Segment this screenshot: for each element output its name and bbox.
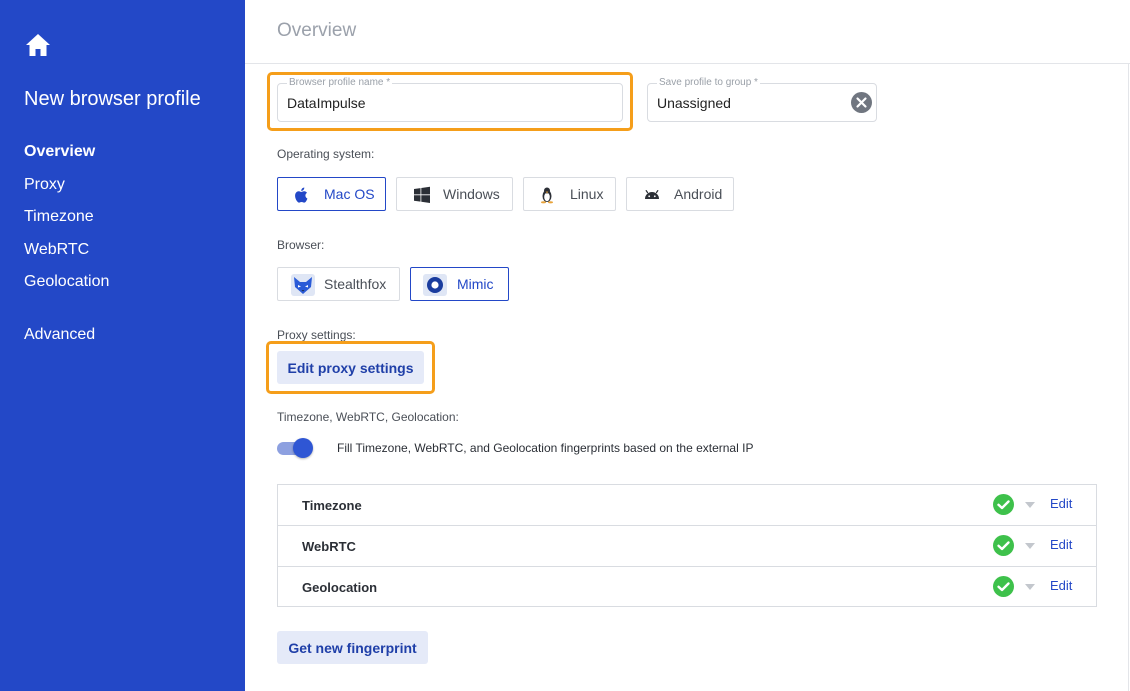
os-linux-label: Linux bbox=[570, 186, 604, 202]
os-android-label: Android bbox=[674, 186, 723, 202]
profile-name-value[interactable]: DataImpulse bbox=[287, 95, 366, 111]
edit-timezone-link[interactable]: Edit bbox=[1050, 496, 1072, 511]
edit-proxy-button[interactable]: Edit proxy settings bbox=[277, 351, 424, 384]
profile-name-label: Browser profile name * bbox=[287, 77, 393, 88]
os-windows-button[interactable]: Windows bbox=[396, 177, 513, 211]
app-window: New browser profile Overview Proxy Timez… bbox=[0, 0, 1130, 691]
check-icon bbox=[993, 535, 1014, 556]
os-android-button[interactable]: Android bbox=[626, 177, 734, 211]
panel-border bbox=[1128, 63, 1129, 691]
get-new-fingerprint-button[interactable]: Get new fingerprint bbox=[277, 631, 428, 664]
browser-mimic-button[interactable]: Mimic bbox=[410, 267, 509, 301]
os-macos-label: Mac OS bbox=[324, 186, 375, 202]
browser-stealthfox-label: Stealthfox bbox=[324, 276, 387, 292]
fingerprint-row-geolocation: Geolocation Edit bbox=[278, 567, 1096, 608]
auto-fill-toggle[interactable] bbox=[277, 438, 313, 458]
browser-section-label: Browser: bbox=[277, 238, 325, 252]
os-macos-button[interactable]: Mac OS bbox=[277, 177, 386, 211]
toggle-knob bbox=[293, 438, 313, 458]
sidebar-item-overview[interactable]: Overview bbox=[24, 143, 95, 161]
group-label: Save profile to group * bbox=[657, 77, 760, 88]
stealthfox-icon bbox=[291, 274, 315, 296]
android-icon bbox=[645, 189, 659, 199]
fingerprint-row-timezone: Timezone Edit bbox=[278, 485, 1096, 526]
edit-webrtc-link[interactable]: Edit bbox=[1050, 537, 1072, 552]
mimic-icon bbox=[423, 274, 447, 296]
group-select[interactable]: Save profile to group * Unassigned bbox=[647, 77, 877, 122]
fingerprint-name: WebRTC bbox=[302, 539, 356, 554]
clear-icon[interactable] bbox=[851, 92, 872, 113]
browser-stealthfox-button[interactable]: Stealthfox bbox=[277, 267, 400, 301]
sidebar-item-timezone[interactable]: Timezone bbox=[24, 208, 94, 226]
edit-geolocation-link[interactable]: Edit bbox=[1050, 578, 1072, 593]
sidebar-item-geolocation[interactable]: Geolocation bbox=[24, 273, 109, 291]
page-title: Overview bbox=[277, 20, 357, 41]
fingerprint-name: Geolocation bbox=[302, 580, 378, 595]
check-icon bbox=[993, 576, 1014, 597]
main-panel: Overview Browser profile name * DataImpu… bbox=[245, 0, 1130, 691]
sidebar-item-webrtc[interactable]: WebRTC bbox=[24, 241, 89, 259]
chevron-down-icon[interactable] bbox=[1025, 543, 1035, 549]
home-icon[interactable] bbox=[25, 33, 51, 57]
fingerprint-row-webrtc: WebRTC Edit bbox=[278, 526, 1096, 567]
check-icon bbox=[993, 494, 1014, 515]
apple-icon bbox=[295, 187, 308, 203]
sidebar-item-proxy[interactable]: Proxy bbox=[24, 176, 65, 194]
sidebar-title: New browser profile bbox=[24, 88, 201, 110]
tz-section-label: Timezone, WebRTC, Geolocation: bbox=[277, 410, 459, 424]
profile-name-field[interactable]: Browser profile name * DataImpulse bbox=[277, 77, 623, 122]
os-linux-button[interactable]: Linux bbox=[523, 177, 616, 211]
browser-mimic-label: Mimic bbox=[457, 276, 494, 292]
fingerprint-table: Timezone Edit WebRTC Edit Geolocation Ed… bbox=[277, 484, 1097, 607]
os-section-label: Operating system: bbox=[277, 147, 375, 161]
linux-icon bbox=[541, 187, 553, 204]
os-windows-label: Windows bbox=[443, 186, 500, 202]
fingerprint-name: Timezone bbox=[302, 498, 362, 513]
chevron-down-icon[interactable] bbox=[1025, 502, 1035, 508]
group-value: Unassigned bbox=[657, 95, 731, 111]
chevron-down-icon[interactable] bbox=[1025, 584, 1035, 590]
proxy-section-label: Proxy settings: bbox=[277, 328, 356, 342]
sidebar-item-advanced[interactable]: Advanced bbox=[24, 326, 95, 344]
sidebar: New browser profile Overview Proxy Timez… bbox=[0, 0, 245, 691]
header-divider bbox=[245, 63, 1130, 64]
windows-icon bbox=[414, 186, 430, 203]
toggle-description: Fill Timezone, WebRTC, and Geolocation f… bbox=[337, 441, 754, 455]
